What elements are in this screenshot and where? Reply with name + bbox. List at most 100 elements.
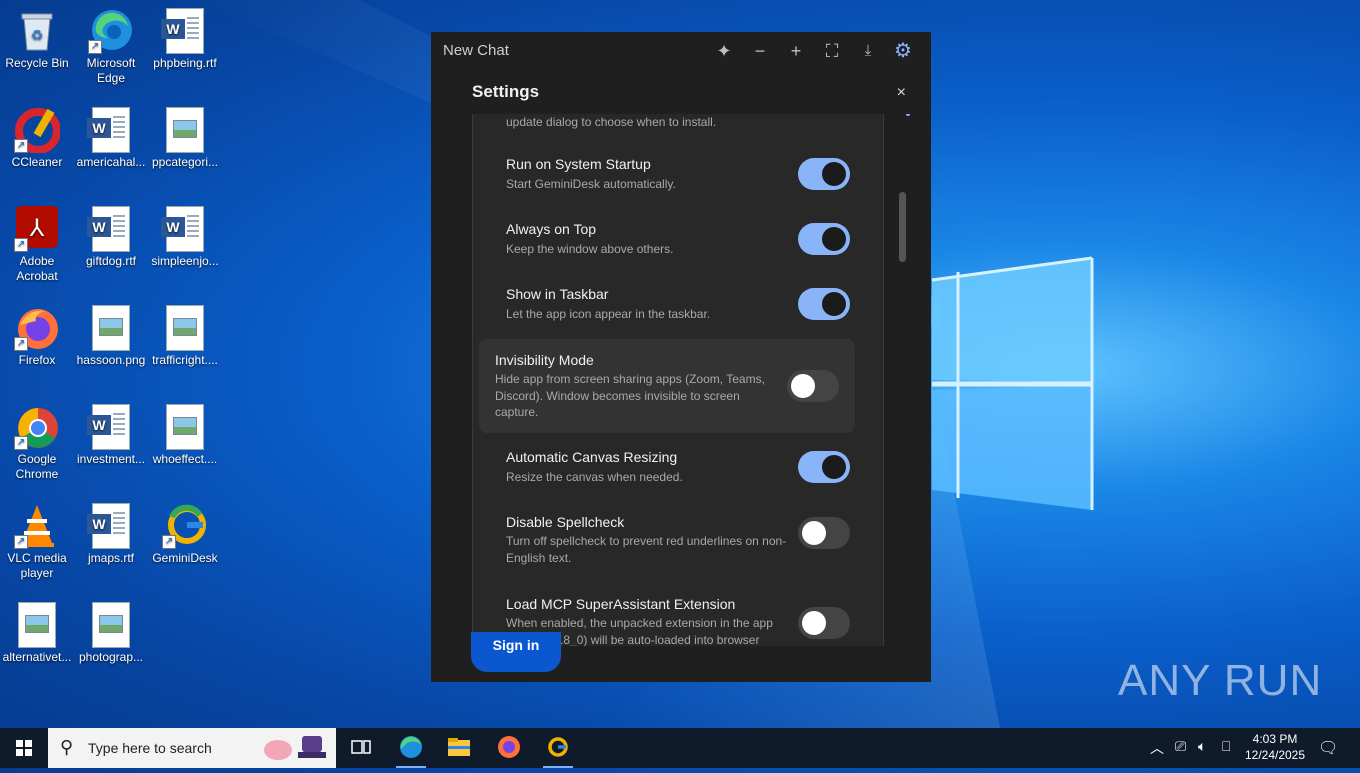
- edge-icon: [400, 736, 422, 758]
- setting-truncated: update dialog to choose when to install.: [490, 114, 866, 132]
- setting-canvas-resizing: Automatic Canvas Resizing Resize the can…: [490, 447, 866, 497]
- download-icon[interactable]: ⤓: [857, 40, 879, 62]
- clock-date: 12/24/2025: [1244, 748, 1306, 762]
- desktop-icon-photograp[interactable]: photograp...: [74, 602, 148, 665]
- setting-name: Load MCP SuperAssistant Extension: [506, 596, 736, 612]
- run-on-startup-toggle[interactable]: [798, 158, 850, 190]
- desktop-icon-vlc[interactable]: ↗ VLC media player: [0, 503, 74, 581]
- desktop-icon-investment[interactable]: W investment...: [74, 404, 148, 467]
- acrobat-icon: ⅄ ↗: [14, 206, 60, 252]
- desktop-icon-edge[interactable]: ↗ Microsoft Edge: [74, 8, 148, 86]
- search-highlight-icon: [264, 736, 326, 760]
- desktop-icon-label: americahal...: [76, 155, 146, 169]
- desktop-icon-ccleaner[interactable]: ↗ CCleaner: [0, 107, 74, 170]
- disable-spellcheck-toggle[interactable]: [798, 517, 850, 549]
- toggle-knob: [802, 611, 826, 635]
- setting-disable-spellcheck: Disable Spellcheck Turn off spellcheck t…: [490, 512, 866, 572]
- sign-in-button[interactable]: Sign in: [471, 632, 561, 672]
- desktop-icon-firefox[interactable]: ↗ Firefox: [0, 305, 74, 368]
- new-chat-plus-icon[interactable]: +: [785, 40, 807, 62]
- setting-description: update dialog to choose when to install.: [506, 115, 717, 129]
- setting-description: Turn off spellcheck to prevent red under…: [506, 534, 787, 565]
- taskbar-geminidesk[interactable]: [535, 728, 581, 768]
- task-view-button[interactable]: [338, 728, 384, 768]
- desktop-icon-phpbeing[interactable]: W phpbeing.rtf: [148, 8, 222, 71]
- desktop-icon-recycle-bin[interactable]: ♻ Recycle Bin: [0, 8, 74, 71]
- firefox-icon: ↗: [14, 305, 60, 351]
- toggle-knob: [822, 455, 846, 479]
- desktop-icon-jmaps[interactable]: W jmaps.rtf: [74, 503, 148, 566]
- desktop-icon-alternativet[interactable]: alternativet...: [0, 602, 74, 665]
- desktop-icon-hassoon[interactable]: hassoon.png: [74, 305, 148, 368]
- fullscreen-icon[interactable]: ⛶: [821, 40, 843, 62]
- desktop-icon-label: CCleaner: [11, 155, 63, 169]
- setting-name: Invisibility Mode: [495, 352, 594, 368]
- show-hidden-icons-chevron-icon[interactable]: ︿: [1150, 738, 1164, 758]
- gemini-sparkle-icon[interactable]: ✦: [713, 40, 735, 62]
- edge-icon: ↗: [88, 8, 134, 54]
- toggle-knob: [802, 521, 826, 545]
- image-file-icon: [88, 305, 134, 351]
- geminidesk-icon: [548, 737, 568, 757]
- word-doc-icon: W: [87, 206, 134, 252]
- desktop-icon-chrome[interactable]: ↗ Google Chrome: [0, 404, 74, 482]
- taskbar-search-box[interactable]: ⚲ Type here to search: [48, 728, 336, 768]
- desktop-icon-ppcategori[interactable]: ppcategori...: [148, 107, 222, 170]
- settings-gear-icon[interactable]: ⚙: [892, 40, 914, 62]
- shortcut-arrow-icon: ↗: [14, 238, 28, 252]
- meet-now-icon[interactable]: ⎚: [1175, 738, 1186, 755]
- mcp-superassistant-toggle[interactable]: [798, 607, 850, 639]
- desktop-icon-simpleenjo[interactable]: W simpleenjo...: [148, 206, 222, 269]
- close-settings-button[interactable]: ×: [897, 84, 906, 102]
- desktop-icon-trafficright[interactable]: trafficright....: [148, 305, 222, 368]
- desktop-icon-label: investment...: [76, 452, 146, 466]
- chrome-icon: ↗: [14, 404, 60, 450]
- scrollbar-thumb[interactable]: [899, 192, 906, 262]
- desktop-icon-label: phpbeing.rtf: [153, 56, 217, 70]
- desktop-icon-geminidesk[interactable]: ↗ GeminiDesk: [148, 503, 222, 566]
- toggle-knob: [791, 374, 815, 398]
- desktop-icon-label: simpleenjo...: [151, 254, 219, 268]
- svg-text:⅄: ⅄: [29, 215, 45, 242]
- desktop-icon-whoeffect[interactable]: whoeffect....: [148, 404, 222, 467]
- desktop-icon-americahal[interactable]: W americahal...: [74, 107, 148, 170]
- toggle-knob: [822, 227, 846, 251]
- word-doc-icon: W: [161, 8, 208, 54]
- setting-name: Always on Top: [506, 221, 597, 237]
- show-in-taskbar-toggle[interactable]: [798, 288, 850, 320]
- desktop-icon-acrobat[interactable]: ⅄ ↗ Adobe Acrobat: [0, 206, 74, 284]
- image-file-icon: [162, 305, 208, 351]
- network-icon[interactable]: ⎕: [1222, 738, 1230, 755]
- title-bar[interactable]: New Chat ✦ − + ⛶ ⤓ ⚙: [431, 32, 931, 70]
- geminidesk-icon: ↗: [162, 503, 208, 549]
- taskbar: ⚲ Type here to search ︿ ⎚ 🔈︎ ⎕ 4:03 PM 1…: [0, 728, 1360, 768]
- desktop-icon-label: Firefox: [18, 353, 56, 367]
- settings-header: Settings ×: [456, 76, 914, 114]
- word-doc-icon: W: [87, 503, 134, 549]
- taskbar-firefox[interactable]: [486, 728, 532, 768]
- taskbar-file-explorer[interactable]: [436, 728, 482, 768]
- settings-title: Settings: [472, 82, 540, 101]
- minimize-icon[interactable]: −: [749, 40, 771, 62]
- search-icon: ⚲: [60, 737, 74, 757]
- word-doc-icon: W: [161, 206, 208, 252]
- desktop-icon-giftdog[interactable]: W giftdog.rtf: [74, 206, 148, 269]
- settings-panel[interactable]: update dialog to choose when to install.…: [472, 114, 884, 646]
- desktop-icon-label: GeminiDesk: [152, 551, 218, 565]
- desktop-icon-label: trafficright....: [152, 353, 218, 367]
- vlc-icon: ↗: [14, 503, 60, 549]
- canvas-resizing-toggle[interactable]: [798, 451, 850, 483]
- taskbar-edge[interactable]: [388, 728, 434, 768]
- invisibility-mode-toggle[interactable]: [787, 370, 839, 402]
- svg-text:♻: ♻: [31, 27, 44, 43]
- desktop-icon-label: jmaps.rtf: [87, 551, 134, 565]
- shortcut-arrow-icon: ↗: [162, 535, 176, 549]
- desktop-icon-label: Adobe Acrobat: [16, 254, 58, 283]
- sign-in-label: Sign in: [492, 637, 540, 653]
- volume-icon[interactable]: 🔈︎: [1198, 738, 1206, 755]
- start-button[interactable]: [0, 728, 48, 768]
- always-on-top-toggle[interactable]: [798, 223, 850, 255]
- notifications-icon[interactable]: 🗨︎: [1318, 738, 1338, 758]
- toggle-knob: [822, 292, 846, 316]
- system-clock[interactable]: 4:03 PM 12/24/2025: [1244, 731, 1306, 763]
